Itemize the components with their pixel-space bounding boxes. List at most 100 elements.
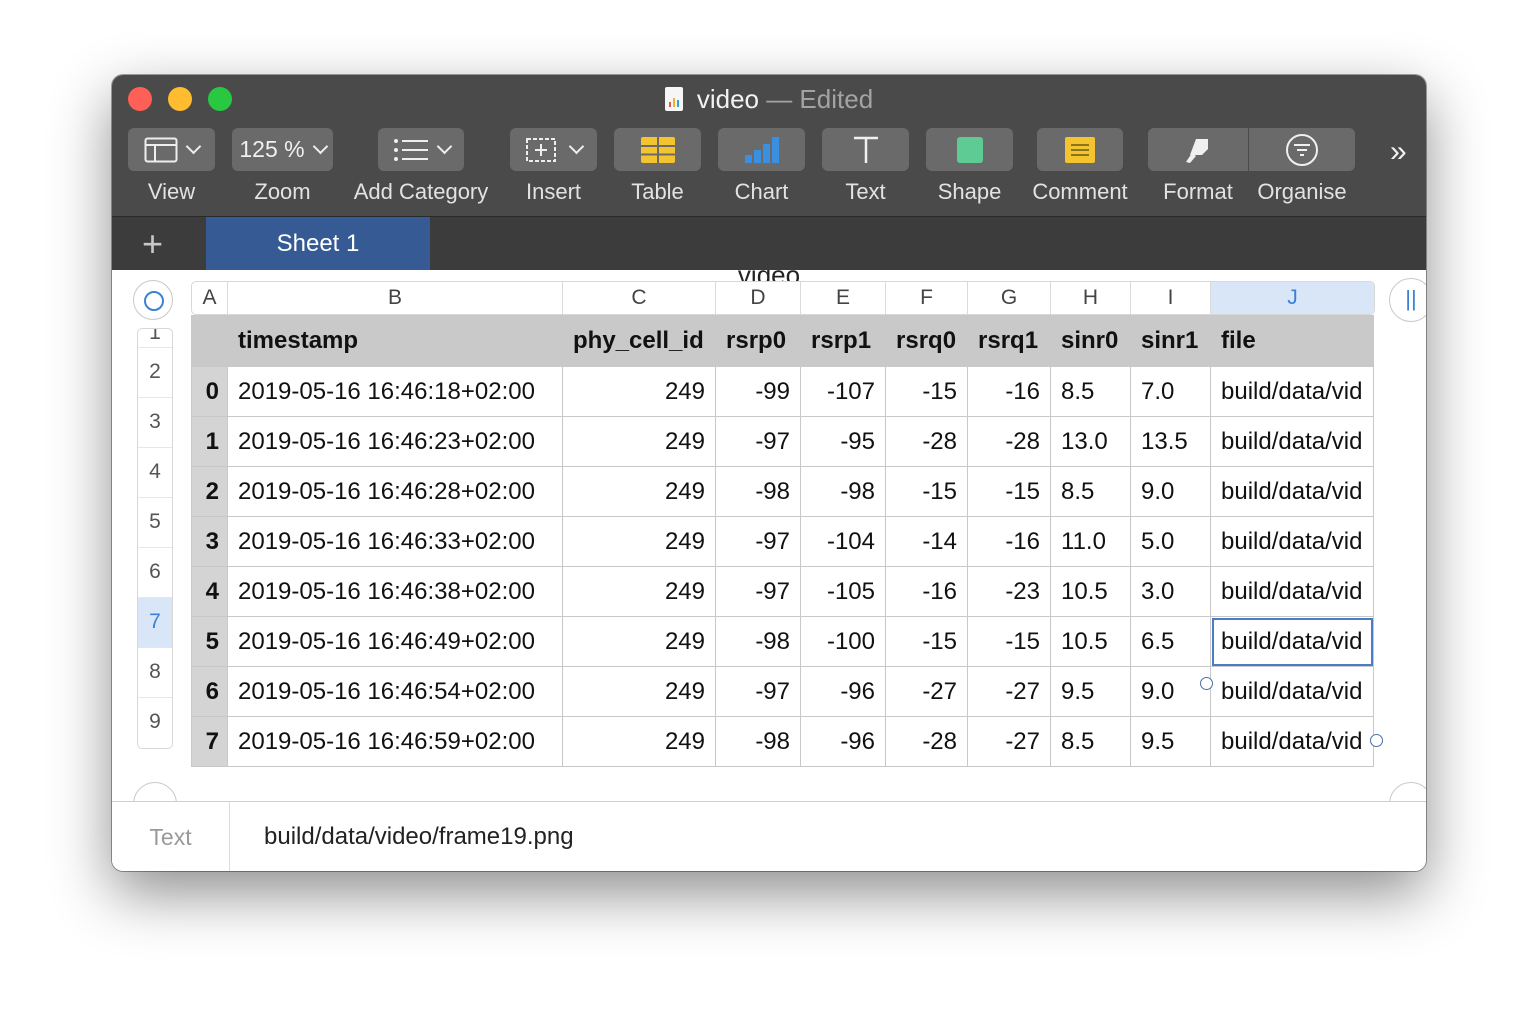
table-cell[interactable]: 249 bbox=[562, 516, 716, 567]
formula-value[interactable]: build/data/video/frame19.png bbox=[264, 802, 574, 871]
header-cell-sinr0[interactable]: sinr0 bbox=[1050, 315, 1131, 367]
table-cell[interactable]: build/data/vid bbox=[1210, 566, 1374, 617]
row-header-8[interactable]: 8 bbox=[138, 648, 172, 698]
table-cell[interactable]: -98 bbox=[715, 466, 801, 517]
table-cell[interactable]: build/data/vid bbox=[1210, 516, 1374, 567]
table-cell[interactable]: 8.5 bbox=[1050, 366, 1131, 417]
table-cell[interactable]: build/data/vid bbox=[1210, 716, 1374, 767]
table-cell[interactable]: -15 bbox=[885, 366, 968, 417]
table-cell[interactable]: build/data/vid bbox=[1210, 416, 1374, 467]
table-cell[interactable]: 249 bbox=[562, 666, 716, 717]
tab-sheet-1[interactable]: Sheet 1 bbox=[206, 217, 430, 271]
add-category-tool[interactable]: Add Category bbox=[354, 128, 488, 205]
index-cell[interactable]: 3 bbox=[191, 516, 228, 567]
table-cell[interactable]: build/data/vid bbox=[1210, 666, 1374, 717]
column-header-j[interactable]: J bbox=[1211, 282, 1374, 314]
toolbar-overflow-button[interactable]: » bbox=[1390, 135, 1407, 169]
header-corner-cell[interactable] bbox=[191, 315, 228, 367]
row-header-4[interactable]: 4 bbox=[138, 448, 172, 498]
table-cell[interactable]: -100 bbox=[800, 616, 886, 667]
selection-handle-top-left[interactable] bbox=[1200, 677, 1213, 690]
table-cell[interactable]: 2019-05-16 16:46:49+02:00 bbox=[227, 616, 563, 667]
shape-tool[interactable]: Shape bbox=[926, 128, 1013, 205]
view-tool[interactable]: View bbox=[128, 128, 215, 205]
table-cell[interactable]: 10.5 bbox=[1050, 616, 1131, 667]
table-cell[interactable]: 2019-05-16 16:46:54+02:00 bbox=[227, 666, 563, 717]
table-cell[interactable]: 2019-05-16 16:46:33+02:00 bbox=[227, 516, 563, 567]
row-header-2[interactable]: 2 bbox=[138, 348, 172, 398]
table-cell[interactable]: 2019-05-16 16:46:38+02:00 bbox=[227, 566, 563, 617]
index-cell[interactable]: 2 bbox=[191, 466, 228, 517]
header-cell-rsrp1[interactable]: rsrp1 bbox=[800, 315, 886, 367]
select-table-handle[interactable] bbox=[133, 280, 173, 320]
table-button[interactable] bbox=[614, 128, 701, 171]
table-cell[interactable]: -97 bbox=[715, 666, 801, 717]
text-button[interactable] bbox=[822, 128, 909, 171]
table-cell[interactable]: -28 bbox=[885, 416, 968, 467]
organise-tool[interactable]: Organise bbox=[1249, 128, 1355, 205]
header-cell-rsrp0[interactable]: rsrp0 bbox=[715, 315, 801, 367]
selection-handle-bottom-right[interactable] bbox=[1370, 734, 1383, 747]
table-cell[interactable]: 9.5 bbox=[1130, 716, 1211, 767]
table-cell[interactable]: 2019-05-16 16:46:59+02:00 bbox=[227, 716, 563, 767]
table-cell[interactable]: -23 bbox=[967, 566, 1051, 617]
column-header-a[interactable]: A bbox=[192, 282, 228, 314]
table-tool[interactable]: Table bbox=[614, 128, 701, 205]
table-cell[interactable]: 9.0 bbox=[1130, 666, 1211, 717]
table-cell[interactable]: 5.0 bbox=[1130, 516, 1211, 567]
table-cell[interactable]: 8.5 bbox=[1050, 466, 1131, 517]
table-cell[interactable]: 249 bbox=[562, 366, 716, 417]
header-cell-timestamp[interactable]: timestamp bbox=[227, 315, 563, 367]
add-category-button[interactable] bbox=[378, 128, 464, 171]
add-row-column-handle[interactable] bbox=[1389, 782, 1426, 801]
column-header-i[interactable]: I bbox=[1131, 282, 1211, 314]
zoom-tool[interactable]: 125 % Zoom bbox=[232, 128, 333, 205]
table-cell[interactable]: build/data/vid bbox=[1210, 466, 1374, 517]
table-cell[interactable]: 10.5 bbox=[1050, 566, 1131, 617]
table-cell[interactable]: -28 bbox=[885, 716, 968, 767]
table-cell[interactable]: -99 bbox=[715, 366, 801, 417]
table-cell[interactable]: -96 bbox=[800, 666, 886, 717]
view-button[interactable] bbox=[128, 128, 215, 171]
comment-button[interactable] bbox=[1037, 128, 1123, 171]
table-cell[interactable]: -107 bbox=[800, 366, 886, 417]
table-cell[interactable]: 249 bbox=[562, 716, 716, 767]
index-cell[interactable]: 6 bbox=[191, 666, 228, 717]
format-button[interactable] bbox=[1148, 128, 1248, 171]
table-cell[interactable]: 249 bbox=[562, 616, 716, 667]
chart-tool[interactable]: Chart bbox=[718, 128, 805, 205]
table-cell[interactable]: -98 bbox=[715, 616, 801, 667]
row-header-7[interactable]: 7 bbox=[138, 598, 172, 648]
column-header-b[interactable]: B bbox=[228, 282, 563, 314]
add-row-handle[interactable] bbox=[133, 782, 177, 801]
insert-button[interactable] bbox=[510, 128, 597, 171]
row-header-9[interactable]: 9 bbox=[138, 698, 172, 748]
column-header-c[interactable]: C bbox=[563, 282, 716, 314]
chart-button[interactable] bbox=[718, 128, 805, 171]
table-cell[interactable]: -27 bbox=[967, 666, 1051, 717]
row-header-3[interactable]: 3 bbox=[138, 398, 172, 448]
header-cell-phy_cell_id[interactable]: phy_cell_id bbox=[562, 315, 716, 367]
table-cell[interactable]: -16 bbox=[967, 516, 1051, 567]
table-cell[interactable]: -96 bbox=[800, 716, 886, 767]
table-cell[interactable]: -16 bbox=[885, 566, 968, 617]
organise-button[interactable] bbox=[1249, 128, 1355, 171]
table-cell[interactable]: -105 bbox=[800, 566, 886, 617]
column-header-h[interactable]: H bbox=[1051, 282, 1131, 314]
index-cell[interactable]: 7 bbox=[191, 716, 228, 767]
table-cell[interactable]: 9.5 bbox=[1050, 666, 1131, 717]
index-cell[interactable]: 1 bbox=[191, 416, 228, 467]
table-cell[interactable]: 13.5 bbox=[1130, 416, 1211, 467]
add-column-handle[interactable]: || bbox=[1389, 278, 1426, 322]
header-cell-file[interactable]: file bbox=[1210, 315, 1374, 367]
row-header-6[interactable]: 6 bbox=[138, 548, 172, 598]
row-header-1[interactable]: 1 bbox=[138, 329, 172, 348]
table-cell[interactable]: 13.0 bbox=[1050, 416, 1131, 467]
column-header-d[interactable]: D bbox=[716, 282, 801, 314]
header-cell-rsrq0[interactable]: rsrq0 bbox=[885, 315, 968, 367]
text-tool[interactable]: Text bbox=[822, 128, 909, 205]
table-cell[interactable]: 2019-05-16 16:46:28+02:00 bbox=[227, 466, 563, 517]
table-cell[interactable]: 249 bbox=[562, 416, 716, 467]
table-cell[interactable]: 249 bbox=[562, 466, 716, 517]
shape-button[interactable] bbox=[926, 128, 1013, 171]
